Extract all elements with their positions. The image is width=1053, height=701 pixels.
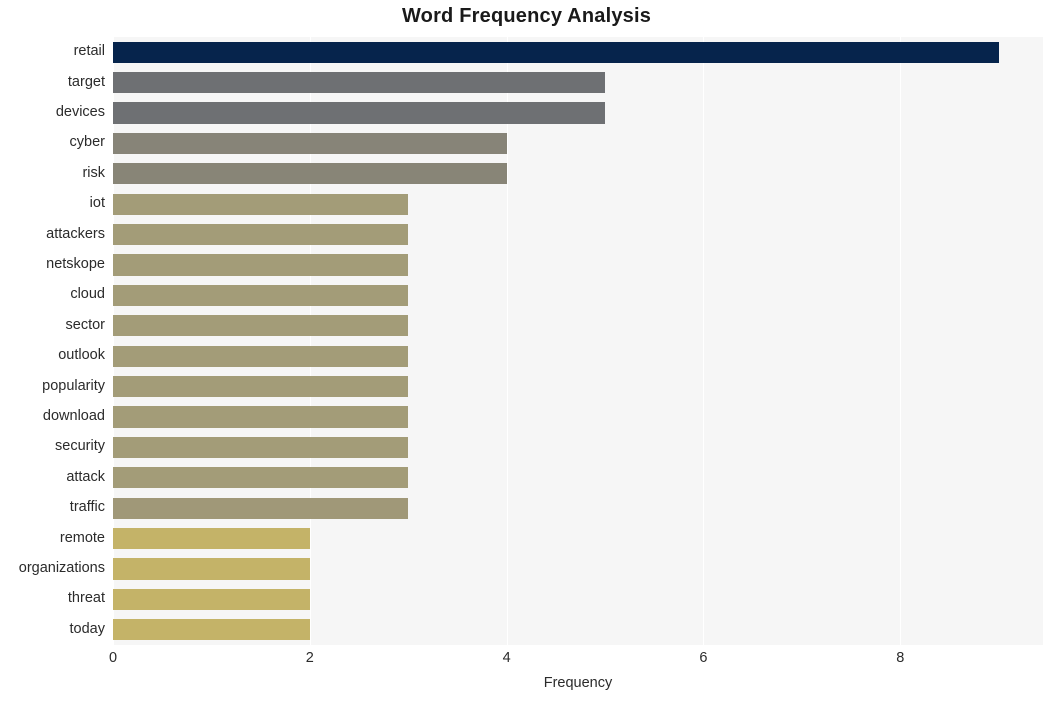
y-tick-label-cyber: cyber (69, 134, 105, 151)
y-tick-label-cloud: cloud (70, 286, 105, 303)
y-tick-label-retail: retail (73, 43, 105, 60)
bar-row (113, 406, 1043, 428)
bar-sector (113, 315, 409, 337)
gridline (309, 37, 311, 645)
bar-row (113, 223, 1043, 246)
y-tick-label-threat: threat (67, 590, 105, 607)
y-axis-labels: retail target devices cyber risk iot attackers… (0, 37, 105, 645)
bar-row (113, 102, 1043, 124)
bar-target (113, 71, 606, 94)
y-tick-label-popularity: popularity (42, 377, 105, 394)
bar-remote (113, 527, 310, 550)
bar-traffic (113, 497, 409, 519)
bar-row (113, 588, 1043, 611)
gridline (900, 37, 902, 645)
bar-threat (113, 588, 310, 611)
y-tick-label-netskope: netskope (46, 256, 105, 272)
x-tick-label-2: 2 (305, 650, 314, 666)
bar-risk (113, 163, 507, 185)
bar-outlook (113, 345, 409, 367)
bar-row (113, 193, 1043, 215)
bar-iot (113, 193, 409, 215)
bar-attack (113, 467, 409, 489)
gridline (506, 37, 508, 645)
x-axis-tick-labels: 0 2 4 6 8 (0, 650, 1053, 672)
bar-security (113, 436, 409, 459)
bar-row (113, 375, 1043, 398)
plot-area (113, 37, 1043, 645)
bar-row (113, 315, 1043, 337)
bar-row (113, 71, 1043, 94)
bar-row (113, 467, 1043, 489)
bar-cyber (113, 132, 507, 155)
gridline (113, 37, 114, 645)
bar-row (113, 436, 1043, 459)
bar-netskope (113, 254, 409, 276)
bar-row (113, 345, 1043, 367)
bar-row (113, 254, 1043, 276)
bar-row (113, 41, 1043, 63)
bar-cloud (113, 284, 409, 307)
bar-devices (113, 102, 606, 124)
y-tick-label-sector: sector (65, 316, 106, 333)
bar-popularity (113, 375, 409, 398)
bar-attackers (113, 223, 409, 246)
y-tick-label-iot: iot (89, 195, 105, 212)
x-axis-title: Frequency (543, 675, 613, 691)
y-tick-label-risk: risk (82, 164, 105, 181)
y-tick-label-traffic: traffic (69, 499, 105, 516)
y-tick-label-today: today (69, 620, 105, 637)
gridline (703, 37, 705, 645)
bar-retail (113, 41, 999, 63)
bar-today (113, 619, 310, 641)
bar-row (113, 619, 1043, 641)
bar-row (113, 132, 1043, 155)
y-tick-label-security: security (55, 438, 105, 455)
x-tick-label-6: 6 (699, 650, 708, 666)
y-tick-label-devices: devices (55, 104, 105, 120)
chart-title: Word Frequency Analysis (401, 5, 652, 27)
y-tick-label-target: target (67, 73, 105, 90)
x-tick-label-4: 4 (502, 650, 511, 666)
bar-row (113, 558, 1043, 580)
bar-row (113, 284, 1043, 307)
bar-row (113, 497, 1043, 519)
y-tick-label-outlook: outlook (58, 347, 105, 364)
y-tick-label-organizations: organizations (18, 560, 105, 576)
x-tick-label-8: 8 (896, 650, 905, 666)
chart-figure: Word Frequency Analysis retail target devi… (0, 0, 1053, 701)
x-tick-label-0: 0 (108, 650, 118, 666)
bar-row (113, 163, 1043, 185)
y-tick-label-download: download (42, 408, 105, 424)
y-tick-label-remote: remote (59, 529, 105, 546)
bar-organizations (113, 558, 310, 580)
bar-download (113, 406, 409, 428)
y-tick-label-attack: attack (66, 468, 105, 485)
y-tick-label-attackers: attackers (46, 225, 105, 242)
bar-row (113, 527, 1043, 550)
